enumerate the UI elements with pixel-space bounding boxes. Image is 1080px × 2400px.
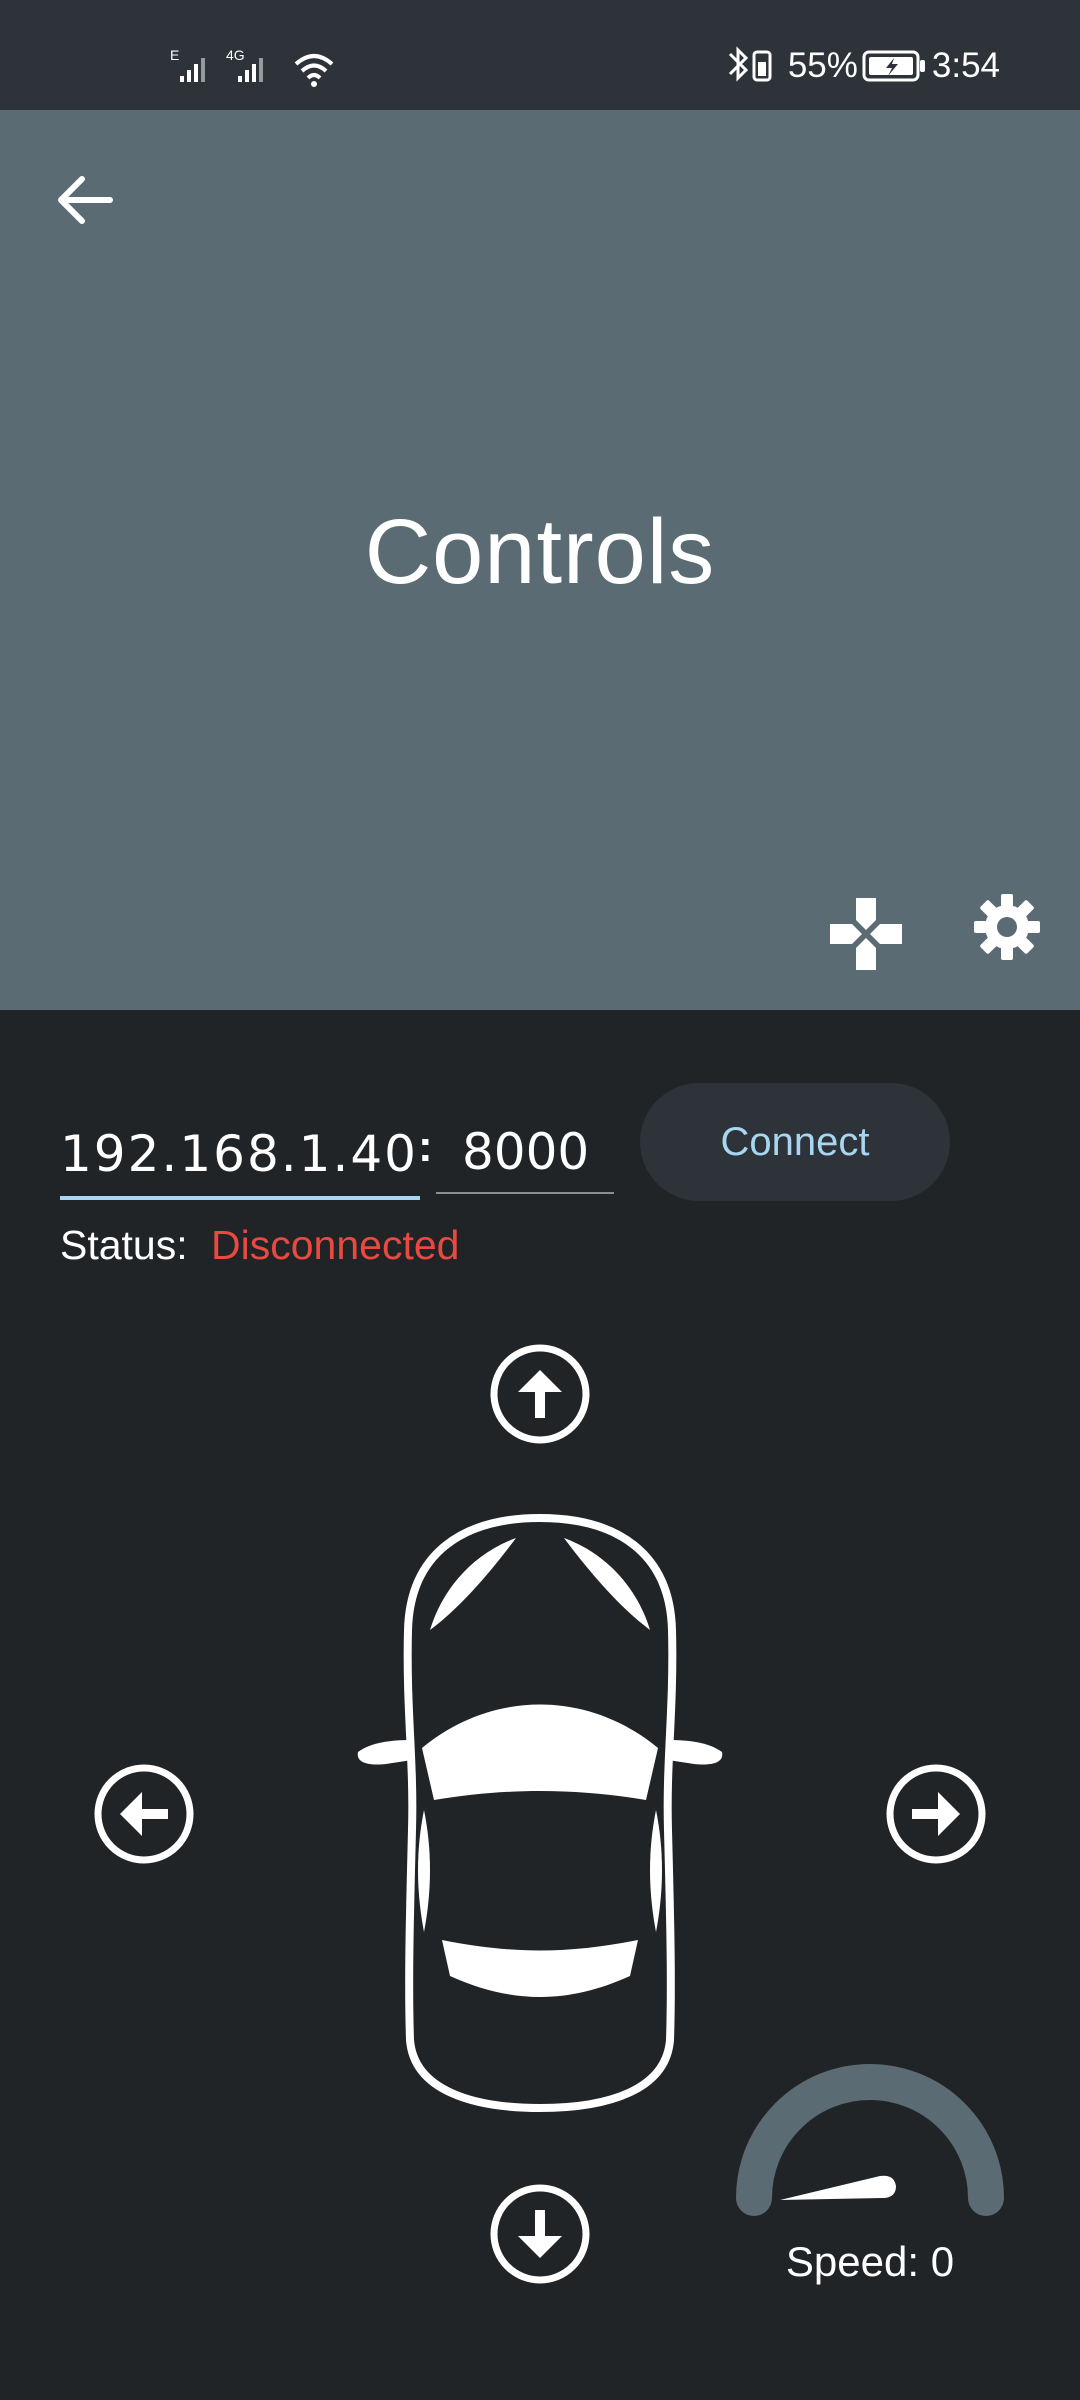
system-status-bar: E 4G 55% 3:54 <box>0 0 1080 110</box>
connect-button[interactable]: Connect <box>640 1083 950 1201</box>
port-value: 8000 <box>462 1123 590 1181</box>
car-topview-icon <box>357 1513 723 2113</box>
arrow-right-circle-icon[interactable] <box>884 1762 988 1866</box>
gear-icon[interactable] <box>972 892 1042 962</box>
speed-label: Speed: 0 <box>785 2238 955 2285</box>
battery-percent: 55% <box>787 46 858 85</box>
wifi-icon <box>294 54 334 87</box>
ip-address-input[interactable]: 192.168.1.40 <box>60 1112 420 1200</box>
gamepad-icon[interactable] <box>826 894 906 974</box>
status-label: Status: <box>60 1222 188 1268</box>
speed-gauge <box>736 2064 1004 2216</box>
ip-port-separator: : <box>418 1122 433 1171</box>
bluetooth-battery-icon <box>728 46 772 82</box>
signal-indicators: E 4G <box>168 46 348 87</box>
arrow-left-circle-icon[interactable] <box>92 1762 196 1866</box>
status-right: 55% 3:54 <box>724 46 1004 86</box>
app-header: Controls <box>0 110 1080 1010</box>
ip-address-value: 192.168.1.40 <box>60 1125 418 1183</box>
speed-needle <box>780 2175 896 2200</box>
status-value: Disconnected <box>211 1222 460 1268</box>
signal-icons: E 4G <box>170 47 334 87</box>
port-input[interactable]: 8000 <box>436 1112 614 1194</box>
signal-1-label: E <box>170 47 179 63</box>
arrow-down-circle-icon[interactable] <box>488 2182 592 2286</box>
battery-icon <box>862 50 925 82</box>
clock: 3:54 <box>931 46 1000 85</box>
signal-2-label: 4G <box>226 47 245 63</box>
page-title: Controls <box>364 501 716 603</box>
arrow-up-circle-icon[interactable] <box>488 1342 592 1446</box>
arrow-left-icon[interactable] <box>50 165 120 235</box>
connection-status: Status: Disconnected <box>60 1222 459 1269</box>
